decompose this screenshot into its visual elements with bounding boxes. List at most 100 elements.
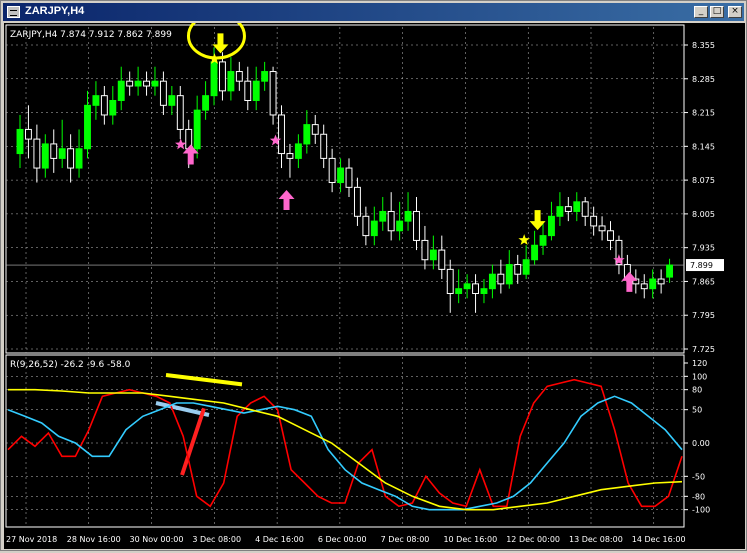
candle-body bbox=[278, 114, 285, 155]
candle-body bbox=[446, 268, 454, 295]
time-axis-label: 3 Dec 08:00 bbox=[192, 535, 241, 544]
highlight-circle bbox=[186, 12, 246, 60]
signal-star-icon bbox=[175, 138, 187, 150]
candle-body bbox=[219, 61, 226, 92]
candle-body bbox=[24, 128, 32, 140]
time-axis-label: 30 Nov 00:00 bbox=[130, 535, 184, 544]
price-axis-label: 8.145 bbox=[692, 142, 715, 151]
price-axis-label: 8.215 bbox=[692, 109, 715, 118]
candles bbox=[16, 47, 674, 313]
indicator-label: R(9,26,52) -26.2 -9.6 -58.0 bbox=[10, 360, 131, 370]
candle-body bbox=[320, 133, 328, 159]
indicator-lines bbox=[7, 378, 683, 511]
candle-body bbox=[666, 264, 674, 278]
candle-body bbox=[337, 167, 345, 184]
candle-body bbox=[286, 153, 294, 159]
chart-area[interactable]: 8.355 8.285 8.215 8.145 8.075 8.005 7.935 7.865… bbox=[4, 12, 745, 549]
terminal-window: ZARJPY,H4 _ □ × 8.355 8.285 8.215 8.145 8.07… bbox=[0, 0, 747, 551]
price-chart-svg[interactable]: 8.355 8.285 8.215 8.145 8.075 8.005 7.935 7.865… bbox=[4, 12, 745, 549]
indicator-axis-label: 120 bbox=[692, 359, 707, 368]
candle-body bbox=[522, 259, 530, 275]
price-axis-label: 8.005 bbox=[692, 210, 715, 219]
candle-body bbox=[362, 215, 370, 237]
time-axis-label: 6 Dec 00:00 bbox=[318, 535, 367, 544]
candle-body bbox=[193, 109, 201, 150]
candle-body bbox=[176, 95, 184, 130]
candle-body bbox=[531, 244, 539, 261]
close-button[interactable]: × bbox=[728, 6, 742, 18]
time-axis-label: 13 Dec 08:00 bbox=[569, 535, 623, 544]
candle-body bbox=[202, 95, 210, 111]
candle-body bbox=[488, 273, 496, 290]
candle-body bbox=[227, 71, 235, 92]
candle-body bbox=[455, 288, 463, 295]
candle-body bbox=[590, 215, 598, 227]
candle-body bbox=[539, 235, 547, 246]
candle-body bbox=[261, 71, 269, 82]
time-axis-label: 14 Dec 16:00 bbox=[632, 535, 686, 544]
candle-body bbox=[345, 167, 353, 188]
candle-body bbox=[84, 104, 91, 150]
time-axis-label: 4 Dec 16:00 bbox=[255, 535, 304, 544]
candle-body bbox=[607, 230, 614, 241]
candle-body bbox=[134, 80, 142, 87]
candle-body bbox=[143, 80, 150, 87]
candle-body bbox=[50, 143, 58, 159]
indicator-axis-label: 0.00 bbox=[692, 439, 710, 448]
indicator-series-line bbox=[7, 378, 683, 508]
price-axis-label: 7.935 bbox=[692, 244, 715, 253]
time-axis-label: 27 Nov 2018 bbox=[6, 535, 57, 544]
candle-body bbox=[438, 249, 446, 270]
indicator-axis-label: 50 bbox=[692, 406, 702, 415]
arrow-up-icon bbox=[278, 189, 295, 210]
candle-body bbox=[117, 80, 125, 101]
candle-body bbox=[548, 215, 555, 237]
candle-body bbox=[67, 148, 75, 169]
candle-body bbox=[413, 210, 420, 241]
price-axis-label: 8.355 bbox=[692, 41, 715, 50]
candle-body bbox=[33, 138, 41, 169]
candle-body bbox=[353, 186, 361, 217]
candle-body bbox=[100, 95, 108, 116]
price-axis-label: 7.725 bbox=[692, 345, 715, 354]
price-axis-label: 8.075 bbox=[692, 176, 715, 185]
candle-body bbox=[151, 80, 159, 87]
candle-body bbox=[497, 273, 505, 285]
indicator-series-line bbox=[8, 388, 683, 511]
candle-body bbox=[379, 210, 387, 222]
candle-body bbox=[404, 210, 412, 222]
candle-body bbox=[370, 220, 378, 237]
price-panel-border bbox=[5, 24, 685, 354]
candle-body bbox=[303, 124, 311, 145]
title-bar[interactable]: ZARJPY,H4 _ □ × bbox=[3, 3, 744, 21]
candle-body bbox=[41, 143, 49, 169]
candle-body bbox=[75, 148, 83, 169]
annotation-trendline-yellow bbox=[165, 373, 243, 387]
candle-body bbox=[463, 283, 471, 290]
current-price-label: 7.899 bbox=[690, 261, 713, 270]
time-axis-label: 12 Dec 00:00 bbox=[506, 535, 560, 544]
price-axis-label: 8.285 bbox=[692, 75, 715, 84]
indicator-axis-label: -80 bbox=[692, 492, 705, 501]
price-axis-label: 7.795 bbox=[692, 311, 715, 320]
candle-body bbox=[581, 201, 589, 217]
indicator-axis-label: 100 bbox=[692, 372, 707, 381]
candle-body bbox=[505, 264, 513, 285]
candle-body bbox=[16, 128, 24, 155]
candle-body bbox=[159, 80, 167, 106]
candle-body bbox=[556, 206, 564, 217]
indicator-axis-label: -100 bbox=[692, 506, 710, 515]
window-title: ZARJPY,H4 bbox=[25, 5, 85, 17]
candle-body bbox=[109, 99, 117, 116]
time-axis-label: 10 Dec 16:00 bbox=[443, 535, 497, 544]
annotation-trendline-red bbox=[180, 407, 206, 476]
candle-body bbox=[311, 124, 319, 135]
maximize-button[interactable]: □ bbox=[710, 6, 724, 18]
candle-body bbox=[649, 278, 657, 290]
candle-body bbox=[252, 80, 260, 101]
candle-body bbox=[573, 201, 581, 212]
candle-body bbox=[235, 71, 243, 82]
minimize-button[interactable]: _ bbox=[694, 6, 708, 18]
candle-body bbox=[387, 210, 395, 232]
chart-window-icon[interactable] bbox=[7, 6, 20, 18]
